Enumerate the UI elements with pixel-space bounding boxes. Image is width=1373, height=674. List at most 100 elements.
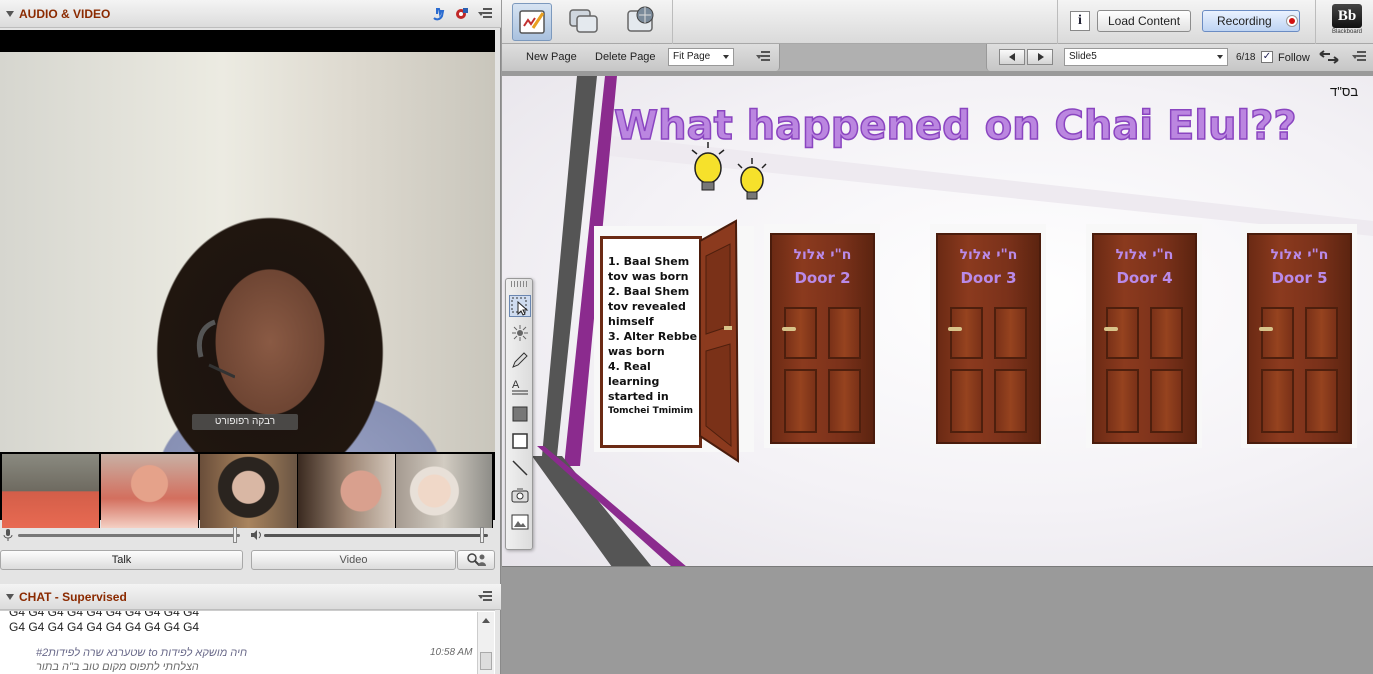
sync-arrows-icon[interactable] — [1318, 50, 1340, 64]
main-toolbar: i Load Content Recording Bb Blackboard — [502, 0, 1373, 44]
pen-tool[interactable] — [509, 349, 531, 371]
list-item: 4. Real learning started in — [608, 360, 669, 403]
application-sharing-tab[interactable] — [565, 3, 605, 41]
talk-button[interactable]: Talk — [0, 550, 243, 570]
drawing-tool-palette: A — [505, 278, 533, 550]
panel-menu-icon[interactable] — [478, 8, 492, 20]
participant-thumbnail[interactable] — [200, 454, 298, 528]
speaker-volume-track[interactable] — [264, 534, 488, 537]
participant-thumbnail[interactable] — [396, 454, 493, 528]
chevron-down-icon — [1217, 55, 1223, 59]
previous-slide-button[interactable] — [999, 49, 1025, 65]
collapse-triangle-icon[interactable] — [6, 11, 14, 17]
line-tool[interactable] — [509, 457, 531, 479]
main-participant-name: רבקה רפופורט — [192, 414, 298, 430]
door-5[interactable]: ח"י אלול Door 5 — [1247, 233, 1352, 444]
participant-thumbnail[interactable] — [2, 454, 100, 528]
door-hebrew-label: ח"י אלול — [959, 247, 1018, 263]
screen-capture-tool[interactable] — [509, 484, 531, 506]
page-menu-icon[interactable] — [756, 51, 770, 63]
pointer-tool[interactable] — [509, 322, 531, 344]
next-slide-button[interactable] — [1027, 49, 1053, 65]
recording-button[interactable]: Recording — [1202, 10, 1300, 32]
hand-raise-icon[interactable] — [430, 6, 446, 22]
follow-checkbox[interactable]: ✓ — [1261, 51, 1273, 63]
zoom-select[interactable]: Fit Page — [668, 48, 734, 66]
scroll-up-icon[interactable] — [482, 618, 490, 623]
slide-menu-icon[interactable] — [1352, 51, 1366, 63]
door-label: Door 2 — [794, 269, 851, 287]
slide-navigation: Slide5 6/18 ✓ Follow — [986, 44, 1373, 71]
left-panel: AUDIO & VIDEO רבקה רפופורט Talk Video CH… — [0, 0, 501, 674]
toolbar-separator — [672, 0, 673, 44]
corner-text: בס"ד — [1330, 84, 1359, 99]
door-knob — [948, 327, 962, 331]
settings-gear-icon[interactable] — [453, 6, 469, 22]
slide-canvas[interactable]: בס"ד What happened on Chai Elul?? 1. Baa… — [502, 76, 1373, 567]
participant-thumbnail[interactable] — [101, 454, 199, 528]
line-icon — [512, 460, 528, 476]
door-4[interactable]: ח"י אלול Door 4 — [1092, 233, 1197, 444]
chat-message-header: שטערנא שרה לפידות#2 to חיה מושקא לפידות — [36, 647, 248, 659]
video-area: רבקה רפופורט — [0, 30, 495, 528]
web-tour-tab[interactable] — [623, 3, 663, 41]
speaker-icon — [251, 530, 261, 540]
slide-select[interactable]: Slide5 — [1064, 48, 1228, 66]
chat-message-time: 10:58 AM — [430, 647, 473, 658]
image-icon — [511, 514, 529, 530]
page-controls: New Page Delete Page Fit Page — [502, 44, 780, 71]
people-search-icon — [467, 553, 486, 566]
audio-video-title: AUDIO & VIDEO — [19, 7, 111, 21]
chat-log[interactable]: G4 G4 G4 G4 G4 G4 G4 G4 G4 G4 G4 G4 G4 G… — [0, 610, 495, 674]
participant-thumbnail[interactable] — [298, 454, 396, 528]
arrow-left-icon — [1009, 53, 1015, 61]
rectangle-outline-icon — [512, 433, 528, 449]
chevron-down-icon — [723, 55, 729, 59]
laser-pointer-icon — [512, 325, 528, 341]
door-knob — [1259, 327, 1273, 331]
participants-search-button[interactable] — [457, 550, 495, 570]
whiteboard-icon — [519, 10, 545, 34]
door-knob — [782, 327, 796, 331]
door-hebrew-label: ח"י אלול — [1115, 247, 1174, 263]
chat-header: CHAT - Supervised — [0, 584, 501, 610]
text-icon: A — [512, 379, 528, 395]
zoom-value: Fit Page — [673, 51, 711, 62]
volume-controls — [0, 525, 495, 545]
load-content-button[interactable]: Load Content — [1097, 10, 1191, 32]
door-2[interactable]: ח"י אלול Door 2 — [770, 233, 875, 444]
new-page-button[interactable]: New Page — [526, 51, 577, 63]
chat-scrollbar[interactable] — [477, 612, 494, 674]
bb-logo-label: Blackboard — [1331, 29, 1363, 35]
palette-grip-handle[interactable] — [511, 281, 527, 287]
list-item: 3. Alter Rebbe was born — [608, 330, 698, 358]
door-3[interactable]: ח"י אלול Door 3 — [936, 233, 1041, 444]
chat-menu-icon[interactable] — [478, 591, 492, 603]
scroll-thumb[interactable] — [480, 652, 492, 670]
delete-page-button[interactable]: Delete Page — [595, 51, 656, 63]
mic-volume-track[interactable] — [18, 534, 240, 537]
audio-video-header: AUDIO & VIDEO — [0, 0, 501, 28]
open-door-list: 1. Baal Shem tov was born 2. Baal Shem t… — [608, 254, 704, 419]
door-label: Door 4 — [1116, 269, 1173, 287]
text-tool[interactable]: A — [509, 376, 531, 398]
list-item-small: Tomchei Tmimim — [608, 406, 694, 416]
microphone-icon — [3, 529, 13, 541]
insert-image-tool[interactable] — [509, 511, 531, 533]
select-tool[interactable] — [509, 295, 531, 317]
collapse-triangle-icon[interactable] — [6, 594, 14, 600]
list-item: 1. Baal Shem tov was born — [608, 255, 690, 283]
rectangle-tool[interactable] — [509, 430, 531, 452]
pencil-icon — [512, 352, 528, 368]
chat-line-partial: G4 G4 G4 G4 G4 G4 G4 G4 G4 G4 — [9, 610, 200, 619]
slide-name: Slide5 — [1069, 51, 1097, 62]
video-button[interactable]: Video — [251, 550, 456, 570]
filled-rectangle-tool[interactable] — [509, 403, 531, 425]
speaker-volume-thumb[interactable] — [480, 527, 484, 543]
app-sharing-icon — [569, 9, 598, 33]
camera-icon — [511, 488, 529, 503]
whiteboard-tab[interactable] — [512, 3, 552, 41]
door-hebrew-label: ח"י אלול — [793, 247, 852, 263]
info-button[interactable]: i — [1070, 11, 1090, 31]
mic-volume-thumb[interactable] — [233, 527, 237, 543]
